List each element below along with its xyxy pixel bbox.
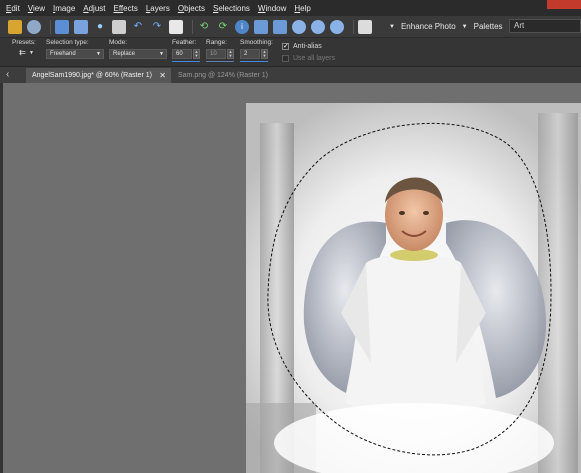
copy-icon[interactable] (358, 19, 372, 34)
menu-image[interactable]: Image (53, 4, 75, 13)
tool-options-bar: Presets: ⇇ ▼ Selection type: Freehand ▼ Mo… (0, 38, 581, 67)
enhance-photo-dropdown[interactable]: Enhance Photo ▼ (401, 22, 468, 31)
menu-bar: Edit View Image Adjust Effects Layers Ob… (0, 0, 581, 16)
chevron-down-icon: ▼ (461, 23, 468, 30)
mode-select[interactable]: Replace ▼ (109, 49, 167, 59)
lasso-icon: ⇇ (19, 48, 26, 57)
anti-alias-checkbox[interactable]: ✓ (282, 43, 289, 50)
menu-edit[interactable]: Edit (6, 4, 20, 13)
photo-image (246, 103, 581, 473)
actual-size-icon[interactable] (273, 19, 287, 34)
smoothing-spinner[interactable]: ▲ ▼ (261, 49, 268, 59)
fit-window-icon[interactable] (254, 19, 268, 34)
chevron-left-icon[interactable]: ‹ (6, 69, 9, 80)
presets-label: Presets: (12, 39, 36, 46)
toolbar-separator (353, 19, 354, 34)
share-icon[interactable]: ● (93, 20, 107, 34)
undo-icon[interactable]: ↶ (131, 20, 145, 34)
chevron-down-icon: ▼ (29, 50, 34, 56)
menu-objects[interactable]: Objects (178, 4, 205, 13)
standard-toolbar: ● ↶ ↷ ⟲ ⟳ i ▼ Enhance Photo▼ Palettes▼ A… (0, 16, 581, 38)
zoom-fit-icon[interactable] (330, 19, 344, 34)
feather-slider[interactable] (172, 61, 200, 62)
copy-menu-arrow[interactable]: ▼ (383, 24, 395, 30)
smoothing-slider[interactable] (240, 61, 268, 62)
feather-input[interactable]: 60 (172, 49, 192, 59)
image-canvas[interactable] (246, 103, 581, 473)
mode-label: Mode: (109, 39, 128, 46)
feather-spinner[interactable]: ▲ ▼ (193, 49, 200, 59)
menu-help[interactable]: Help (294, 4, 310, 13)
scanner-icon[interactable] (27, 19, 41, 34)
save-as-icon[interactable] (74, 19, 88, 34)
feather-label: Feather: (172, 39, 197, 46)
workspace-select[interactable]: Art (509, 19, 581, 33)
rotate-right-icon[interactable]: ⟳ (216, 20, 230, 34)
document-tab-bar: ‹ AngelSam1990.jpg* @ 60% (Raster 1) ✕ S… (0, 67, 581, 83)
range-slider[interactable] (206, 61, 234, 62)
save-icon[interactable] (55, 19, 69, 34)
zoom-out-icon[interactable] (311, 19, 325, 34)
menu-layers[interactable]: Layers (146, 4, 170, 13)
menu-effects[interactable]: Effects (114, 4, 138, 13)
presets-button[interactable]: ⇇ ▼ (16, 49, 36, 59)
rotate-left-icon[interactable]: ⟲ (197, 20, 211, 34)
toolbar-separator (192, 19, 193, 34)
zoom-in-icon[interactable] (292, 19, 306, 34)
print-icon[interactable] (112, 19, 126, 34)
use-all-layers-label: Use all layers (293, 55, 336, 62)
tab-angelsam[interactable]: AngelSam1990.jpg* @ 60% (Raster 1) ✕ (26, 68, 171, 83)
smoothing-input[interactable]: 2 (240, 49, 260, 59)
menu-adjust[interactable]: Adjust (83, 4, 105, 13)
anti-alias-label: Anti-alias (293, 43, 322, 50)
open-folder-icon[interactable] (8, 19, 22, 34)
chevron-down-icon: ▼ (159, 51, 164, 57)
range-label: Range: (206, 39, 227, 46)
chevron-down-icon: ▼ (96, 51, 101, 57)
range-input[interactable]: 10 (206, 49, 226, 59)
use-all-layers-checkbox[interactable] (282, 55, 289, 62)
menu-view[interactable]: View (28, 4, 45, 13)
menu-window[interactable]: Window (258, 4, 286, 13)
window-close-button[interactable] (547, 0, 581, 9)
toolbar-separator (50, 19, 51, 34)
range-spinner[interactable]: ▲ ▼ (227, 49, 234, 59)
redo-icon[interactable]: ↷ (150, 20, 164, 34)
selection-type-select[interactable]: Freehand ▼ (46, 49, 104, 59)
close-icon[interactable]: ✕ (159, 68, 166, 83)
menu-selections[interactable]: Selections (213, 4, 250, 13)
resize-icon[interactable] (169, 19, 183, 34)
tab-sam[interactable]: Sam.png @ 124% (Raster 1) (172, 68, 272, 83)
smoothing-label: Smoothing: (240, 39, 273, 46)
selection-type-label: Selection type: (46, 39, 89, 46)
info-icon[interactable]: i (235, 19, 249, 34)
